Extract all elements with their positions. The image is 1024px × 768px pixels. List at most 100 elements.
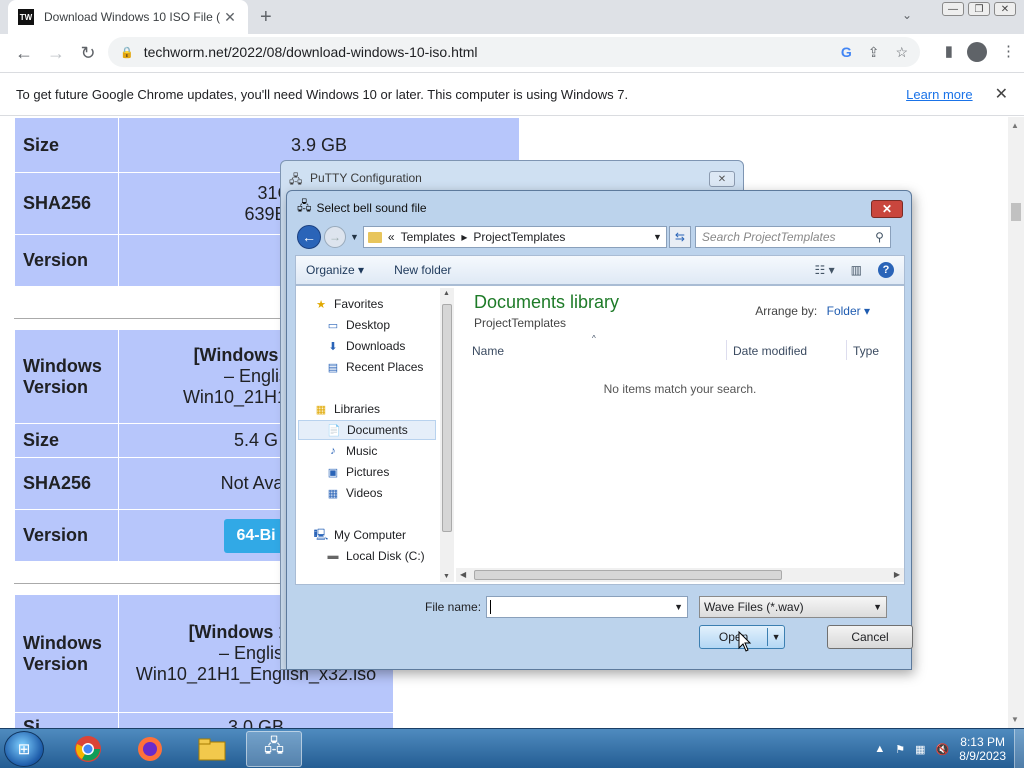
window-close-icon[interactable]: ✕	[994, 2, 1016, 16]
tree-favorites[interactable]: ★ Favorites	[314, 294, 383, 314]
side-panel-icon[interactable]: ▮	[945, 42, 953, 62]
file-name-input[interactable]: ▼	[486, 596, 688, 618]
show-hidden-icons-icon[interactable]: ▲	[874, 743, 885, 755]
tree-downloads[interactable]: ⬇ Downloads	[326, 336, 405, 356]
tree-local-disk[interactable]: ▬ Local Disk (C:)	[326, 546, 425, 566]
putty-close-icon[interactable]: ✕	[709, 171, 735, 187]
show-desktop-button[interactable]	[1014, 729, 1024, 768]
preview-pane-icon[interactable]: ▥	[851, 263, 862, 277]
breadcrumb-projecttemplates[interactable]: ProjectTemplates	[473, 230, 565, 244]
volume-muted-icon[interactable]: 🔇	[936, 743, 950, 756]
cancel-button[interactable]: Cancel	[827, 625, 913, 649]
tree-libraries[interactable]: ▦ Libraries	[314, 399, 380, 419]
close-tab-icon[interactable]: ✕	[222, 9, 238, 26]
download-64bit-button[interactable]: 64-Bi	[224, 518, 288, 553]
dialog-close-icon[interactable]: ✕	[871, 200, 903, 218]
share-icon[interactable]: ⇪	[868, 44, 880, 61]
minimize-icon[interactable]: —	[942, 2, 964, 16]
file-name-label: File name:	[425, 600, 482, 614]
learn-more-link[interactable]: Learn more	[906, 87, 972, 102]
address-bar[interactable]: 🔒 techworm.net/2022/08/download-windows-…	[108, 37, 920, 67]
open-dropdown-icon[interactable]: ▼	[768, 632, 784, 642]
scroll-left-icon[interactable]: ◀	[460, 570, 466, 579]
tree-scroll-thumb[interactable]	[442, 304, 452, 532]
new-tab-icon[interactable]: +	[260, 6, 272, 29]
videos-icon: ▦	[327, 487, 339, 500]
arrange-by-dropdown[interactable]: Folder ▾	[827, 304, 870, 318]
tree-documents[interactable]: 📄 Documents	[298, 420, 436, 440]
start-button-windows-icon[interactable]: ⊞	[4, 731, 44, 767]
organize-menu[interactable]: Organize ▾	[306, 263, 364, 277]
column-name[interactable]: Name	[472, 344, 504, 358]
scroll-up-icon[interactable]: ▲	[1011, 121, 1019, 130]
page-scrollbar[interactable]: ▲ ▼	[1008, 117, 1024, 728]
browser-tab[interactable]: TW Download Windows 10 ISO File ( ✕	[8, 0, 248, 34]
scroll-right-icon[interactable]: ▶	[894, 570, 900, 579]
library-subtitle: ProjectTemplates	[474, 316, 567, 330]
breadcrumb-dropdown-icon[interactable]: ▼	[653, 232, 662, 242]
command-bar: Organize ▾ New folder ☷ ▾ ▥ ?	[295, 255, 905, 285]
search-icon[interactable]: ⚲	[875, 230, 884, 244]
network-icon[interactable]: ▦	[915, 743, 925, 756]
column-date-modified[interactable]: Date modified	[733, 344, 807, 358]
clock-date: 8/9/2023	[959, 749, 1006, 763]
tree-music[interactable]: ♪ Music	[326, 441, 377, 461]
library-title: Documents library	[474, 292, 620, 312]
tab-title: Download Windows 10 ISO File (	[44, 10, 221, 24]
version-label-2: Version	[14, 509, 119, 562]
dialog-titlebar[interactable]: 🖧 Select bell sound file	[287, 191, 911, 225]
new-folder-button[interactable]: New folder	[394, 263, 451, 277]
clock-time: 8:13 PM	[960, 735, 1005, 749]
search-input[interactable]: Search ProjectTemplates ⚲	[694, 226, 891, 248]
file-type-select[interactable]: Wave Files (*.wav) ▼	[699, 596, 887, 618]
forward-arrow-icon[interactable]: →	[324, 226, 346, 248]
scroll-down-icon[interactable]: ▼	[1011, 715, 1019, 724]
chrome-taskbar-icon[interactable]	[60, 731, 116, 767]
file-name-dropdown-icon[interactable]: ▼	[674, 602, 683, 612]
tree-pictures[interactable]: ▣ Pictures	[326, 462, 390, 482]
google-icon[interactable]: G	[841, 44, 852, 60]
windows-taskbar: ⊞ 🖧 ▲ ⚑ ▦ 🔇 8:13 PM 8/9/2023	[0, 728, 1024, 768]
menu-kebab-icon[interactable]: ⋮	[1001, 42, 1016, 62]
explorer-taskbar-icon[interactable]	[184, 731, 240, 767]
url-text[interactable]: techworm.net/2022/08/download-windows-10…	[144, 44, 825, 60]
breadcrumb-overflow[interactable]: «	[388, 230, 395, 244]
recent-pages-chevron-icon[interactable]: ▼	[350, 232, 359, 242]
tab-search-chevron-icon[interactable]: ⌄	[902, 8, 912, 22]
scroll-thumb[interactable]	[1011, 203, 1021, 221]
refresh-icon[interactable]: ⇆	[668, 226, 691, 248]
toolbar-right: ▮ ⋮	[945, 42, 1016, 62]
help-icon[interactable]: ?	[878, 262, 894, 278]
infobar-close-icon[interactable]: ✕	[995, 84, 1008, 104]
tree-scroll-down-icon[interactable]: ▼	[443, 573, 450, 580]
tree-my-computer[interactable]: 🖳 My Computer	[314, 525, 406, 545]
forward-icon[interactable]: →	[40, 43, 72, 64]
tree-recent-places[interactable]: ▤ Recent Places	[326, 357, 424, 377]
change-view-icon[interactable]: ☷ ▾	[815, 263, 835, 277]
action-center-flag-icon[interactable]: ⚑	[895, 743, 905, 756]
hscroll-thumb[interactable]	[474, 570, 782, 580]
putty-taskbar-icon[interactable]: 🖧	[246, 731, 302, 767]
button-row: Open ▼ Cancel	[287, 625, 913, 651]
lock-icon[interactable]: 🔒	[120, 46, 134, 59]
breadcrumb-separator-icon[interactable]: ▸	[461, 230, 467, 244]
tree-scroll-up-icon[interactable]: ▲	[443, 290, 450, 297]
breadcrumb-templates[interactable]: Templates	[401, 230, 456, 244]
file-list-hscrollbar[interactable]: ◀ ▶	[456, 568, 904, 582]
breadcrumb[interactable]: « Templates ▸ ProjectTemplates ▼	[362, 226, 667, 248]
back-icon[interactable]: ←	[8, 43, 40, 64]
chrome-icon	[75, 736, 101, 762]
reload-icon[interactable]: ↻	[72, 43, 104, 64]
bookmark-star-icon[interactable]: ☆	[895, 44, 908, 61]
restore-icon[interactable]: ❐	[968, 2, 990, 16]
column-type[interactable]: Type	[853, 344, 879, 358]
back-arrow-icon[interactable]: ←	[297, 225, 321, 249]
clock[interactable]: 8:13 PM 8/9/2023	[959, 735, 1006, 763]
tree-desktop[interactable]: ▭ Desktop	[326, 315, 390, 335]
mouse-cursor-icon	[738, 631, 752, 652]
firefox-taskbar-icon[interactable]	[122, 731, 178, 767]
tree-videos[interactable]: ▦ Videos	[326, 483, 383, 503]
tree-scrollbar[interactable]: ▲ ▼	[440, 288, 454, 582]
profile-avatar-icon[interactable]	[967, 42, 987, 62]
file-type-dropdown-icon[interactable]: ▼	[873, 602, 882, 612]
